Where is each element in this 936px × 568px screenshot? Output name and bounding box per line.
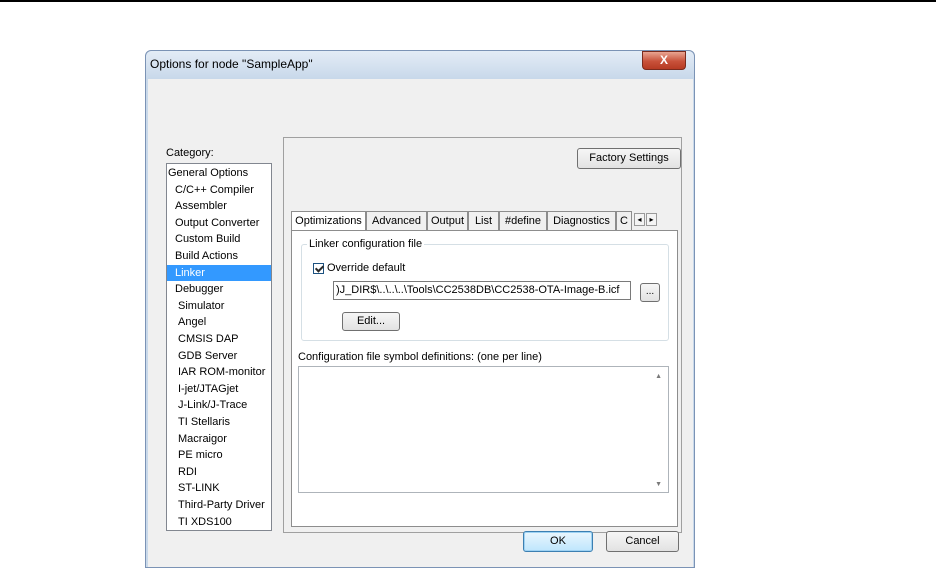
category-item-macraigor[interactable]: Macraigor [167, 431, 271, 447]
category-item-label: CMSIS DAP [178, 333, 239, 345]
category-item-label: Output Converter [175, 216, 260, 229]
category-item-label: Simulator [178, 299, 225, 312]
linker-config-group-title: Linker configuration file [307, 238, 425, 250]
category-item-label: Third-Party Driver [178, 499, 265, 511]
category-item-j-link-j-trace[interactable]: J-Link/J-Trace [167, 397, 271, 413]
tab-c[interactable]: C [616, 211, 632, 230]
top-border-line [0, 0, 936, 2]
category-item-third-party-driver[interactable]: Third-Party Driver [167, 497, 271, 513]
symbol-definitions-label: Configuration file symbol definitions: (… [298, 351, 542, 363]
category-item-general-options[interactable]: General Options [167, 165, 271, 181]
category-item-debugger[interactable]: Debugger [167, 281, 271, 297]
tab-output[interactable]: Output [427, 211, 468, 230]
category-item-build-actions[interactable]: Build Actions [167, 248, 271, 264]
category-item-st-link[interactable]: ST-LINK [167, 480, 271, 496]
category-item-label: Assembler [175, 200, 227, 213]
category-item-label: Macraigor [178, 432, 227, 445]
category-item-linker[interactable]: Linker [167, 264, 271, 281]
category-item-label: ST-LINK [178, 482, 220, 495]
tab-list[interactable]: List [468, 211, 499, 230]
close-button[interactable]: X [642, 51, 686, 70]
category-item-pe-micro[interactable]: PE micro [167, 447, 271, 463]
dialog-title: Options for node "SampleApp" [150, 57, 313, 71]
category-item-label: TI XDS100 [178, 515, 232, 528]
category-item-label: J-Link/J-Trace [178, 399, 248, 412]
category-item-assembler[interactable]: Assembler [167, 198, 271, 214]
edit-button[interactable]: Edit... [342, 312, 400, 331]
scroll-up-arrow-icon[interactable]: ▲ [655, 373, 662, 380]
category-list[interactable]: General Options C/C++ Compiler Assembler Ou… [166, 163, 272, 531]
category-item-label: TI Stellaris [178, 416, 230, 428]
title-bar[interactable]: Options for node "SampleApp" X [146, 51, 694, 79]
category-item-gdb-server[interactable]: GDB Server [167, 348, 271, 364]
category-item-custom-build[interactable]: Custom Build [167, 231, 271, 247]
category-item-output-converter[interactable]: Output Converter [167, 215, 271, 231]
tab-define[interactable]: #define [499, 211, 547, 230]
symbol-definitions-textarea[interactable]: ▲ ▼ [298, 366, 669, 493]
tab-page: Linker configuration file Override defau… [291, 230, 678, 527]
category-item-label: Build Actions [175, 250, 238, 262]
category-item-label: Custom Build [175, 233, 241, 246]
category-item-i-jet-jtagjet[interactable]: I-jet/JTAGjet [167, 381, 271, 397]
tab-diagnostics[interactable]: Diagnostics [547, 211, 616, 230]
ok-button[interactable]: OK [523, 531, 593, 552]
category-item-angel[interactable]: Angel [167, 314, 271, 330]
category-item-label: PE micro [178, 449, 223, 462]
override-default-label: Override default [327, 262, 406, 275]
category-item-ti-stellaris[interactable]: TI Stellaris [167, 414, 271, 430]
browse-button[interactable]: ... [640, 283, 660, 302]
scroll-down-arrow-icon[interactable]: ▼ [655, 481, 662, 488]
category-item-label: I-jet/JTAGjet [178, 382, 239, 395]
category-item-ti-xds100[interactable]: TI XDS100 [167, 514, 271, 530]
dialog-client-area: Category: General Options C/C++ Compiler A… [148, 79, 693, 567]
cancel-button[interactable]: Cancel [606, 531, 679, 552]
category-item-label: Angel [178, 316, 207, 329]
tab-optimizations[interactable]: Optimizations [291, 211, 366, 231]
category-item-label: RDI [178, 465, 197, 478]
category-item-label: C/C++ Compiler [175, 183, 254, 196]
options-panel: Factory Settings Optimizations Advanced Ou… [283, 137, 682, 533]
category-item-iar-rom-monitor[interactable]: IAR ROM-monitor [167, 364, 271, 380]
tab-advanced[interactable]: Advanced [366, 211, 427, 230]
category-item-label: IAR ROM-monitor [178, 366, 266, 379]
category-item-label: Debugger [175, 283, 224, 296]
linker-config-group: Linker configuration file Override defau… [301, 238, 669, 341]
tab-scroll-left-icon[interactable]: ◂ [634, 213, 645, 226]
category-label: Category: [166, 147, 214, 159]
category-item-label: General Options [168, 167, 249, 179]
factory-settings-button[interactable]: Factory Settings [577, 148, 681, 169]
category-item-cmsis-dap[interactable]: CMSIS DAP [167, 331, 271, 347]
category-item-rdi[interactable]: RDI [167, 464, 271, 480]
options-dialog: Options for node "SampleApp" X Category:… [145, 50, 695, 568]
tab-scroll-right-icon[interactable]: ▸ [646, 213, 657, 226]
override-default-checkbox[interactable] [313, 262, 324, 274]
override-default-row[interactable]: Override default [313, 262, 405, 274]
category-item-c-c-compiler[interactable]: C/C++ Compiler [167, 182, 271, 198]
category-item-label: GDB Server [178, 349, 238, 362]
category-item-simulator[interactable]: Simulator [167, 298, 271, 314]
category-item-label: Linker [175, 266, 205, 279]
config-file-path-input[interactable]: )J_DIR$\..\..\..\Tools\CC2538DB\CC2538-O… [333, 281, 631, 300]
